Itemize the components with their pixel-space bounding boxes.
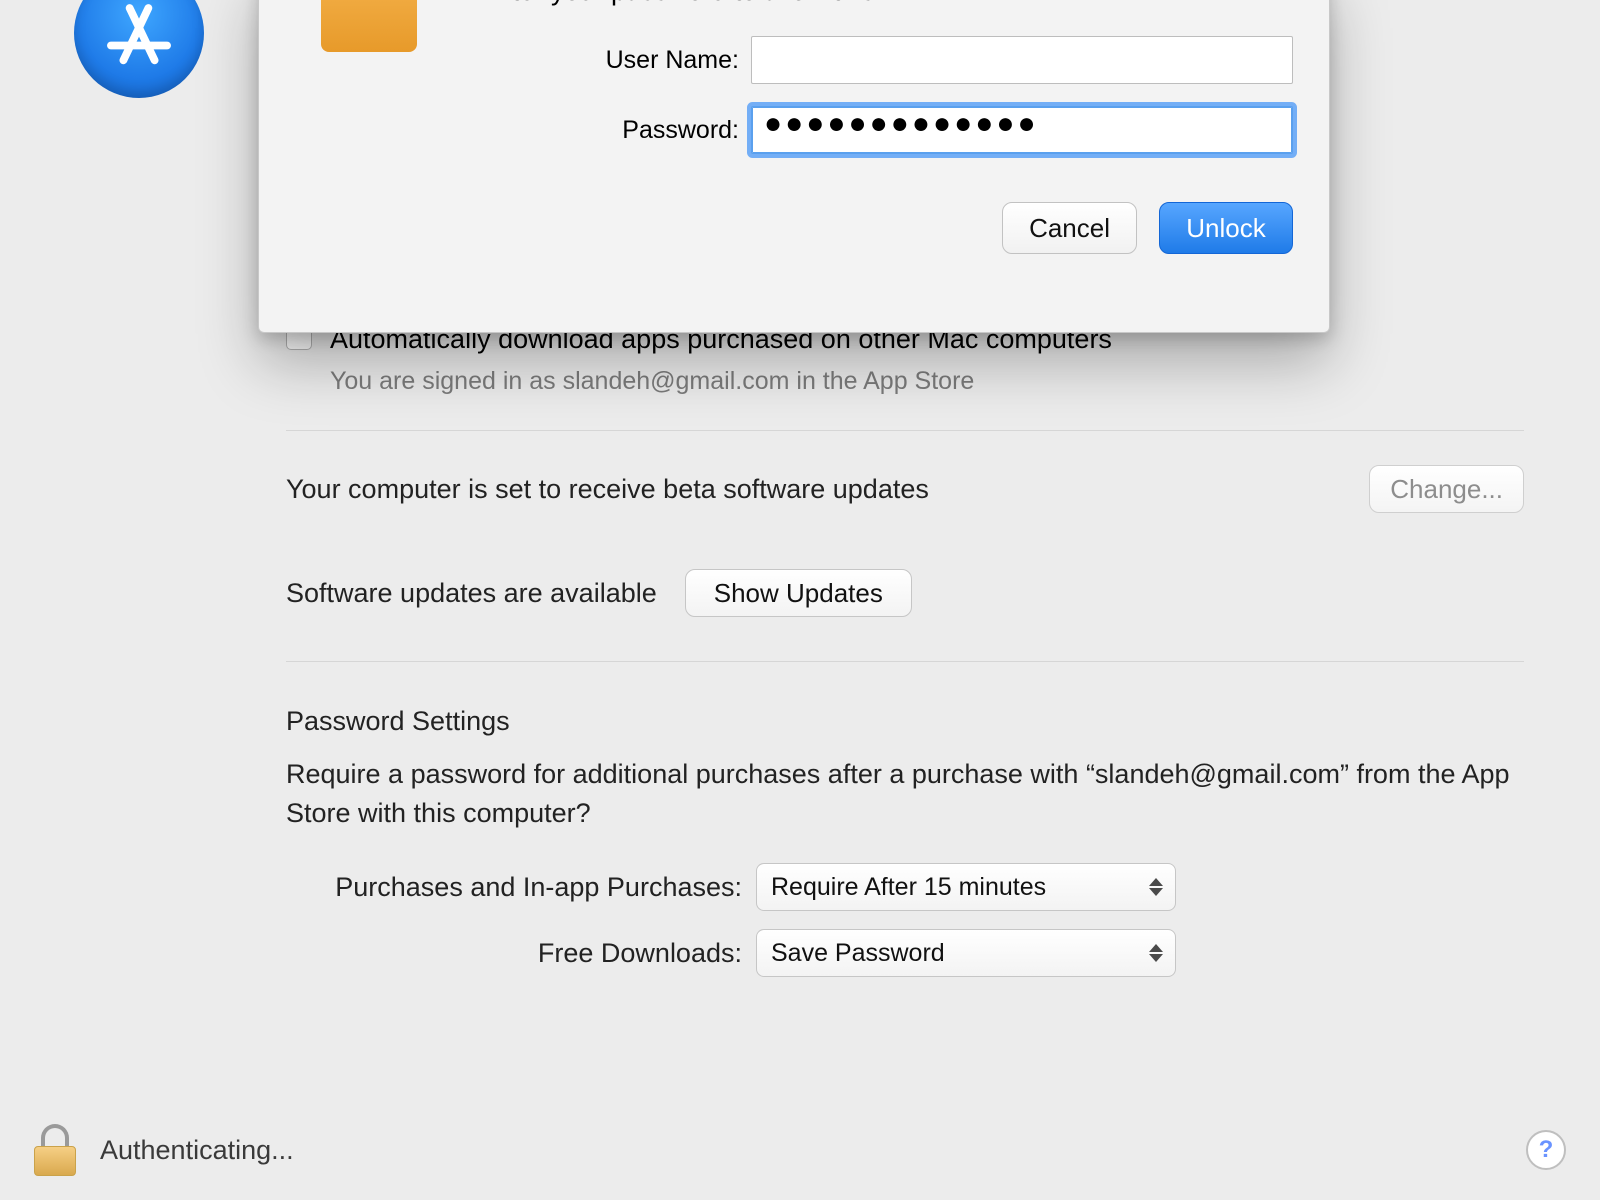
unlock-button[interactable]: Unlock: [1159, 202, 1293, 254]
purchases-label: Purchases and In-app Purchases:: [286, 872, 756, 903]
free-downloads-select[interactable]: Save Password: [756, 929, 1176, 977]
password-settings-description: Require a password for additional purcha…: [286, 755, 1524, 833]
beta-updates-text: Your computer is set to receive beta sof…: [286, 474, 929, 505]
divider: [286, 661, 1524, 662]
divider: [286, 430, 1524, 431]
change-button[interactable]: Change...: [1369, 465, 1524, 513]
lock-icon[interactable]: [34, 1124, 76, 1176]
purchases-select[interactable]: Require After 15 minutes: [756, 863, 1176, 911]
signed-in-text: You are signed in as slandeh@gmail.com i…: [330, 367, 1524, 396]
username-field[interactable]: [751, 36, 1293, 84]
free-downloads-label: Free Downloads:: [286, 938, 756, 969]
updown-icon: [1143, 870, 1169, 904]
updates-available-text: Software updates are available: [286, 578, 657, 609]
system-preferences-icon: [321, 0, 417, 52]
password-settings-heading: Password Settings: [286, 706, 1524, 737]
password-field[interactable]: ●●●●●●●●●●●●●: [751, 106, 1293, 154]
username-label: User Name:: [479, 46, 739, 75]
purchases-select-value: Require After 15 minutes: [771, 873, 1046, 902]
cancel-button[interactable]: Cancel: [1002, 202, 1137, 254]
auth-dialog: Enter your password to allow this. User …: [258, 0, 1330, 333]
password-label: Password:: [479, 116, 739, 145]
password-mask: ●●●●●●●●●●●●●: [764, 107, 1039, 140]
help-button[interactable]: ?: [1526, 1130, 1566, 1170]
free-downloads-select-value: Save Password: [771, 939, 945, 968]
preferences-footer: Authenticating... ?: [34, 1124, 1566, 1176]
lock-status-text: Authenticating...: [100, 1135, 294, 1166]
show-updates-button[interactable]: Show Updates: [685, 569, 912, 617]
dialog-title: Enter your password to allow this.: [479, 0, 1305, 7]
updown-icon: [1143, 936, 1169, 970]
